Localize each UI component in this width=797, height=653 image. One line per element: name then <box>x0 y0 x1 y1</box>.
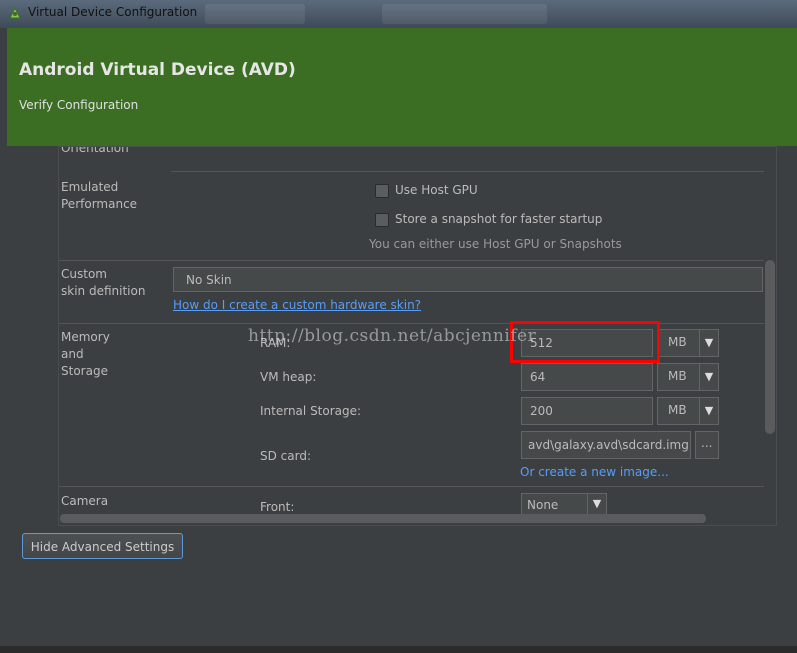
watermark: http://blog.csdn.net/abcjennifer <box>248 326 537 346</box>
use-host-gpu-label[interactable]: Use Host GPU <box>395 182 478 199</box>
window-titlebar: Virtual Device Configuration <box>0 0 797 28</box>
sd-card-browse-button[interactable]: ... <box>695 431 719 459</box>
skin-field[interactable]: No Skin <box>173 267 763 292</box>
ram-unit-select[interactable]: MB ▼ <box>657 329 719 357</box>
wizard-header: Android Virtual Device (AVD) Verify Conf… <box>7 28 797 146</box>
internal-storage-input[interactable]: 200 <box>521 397 653 425</box>
ram-unit-value: MB <box>668 335 687 349</box>
internal-storage-unit-value: MB <box>668 403 687 417</box>
internal-storage-label: Internal Storage: <box>260 404 362 418</box>
performance-hint: You can either use Host GPU or Snapshots <box>369 237 622 251</box>
vm-heap-unit-select[interactable]: MB ▼ <box>657 363 719 391</box>
hide-advanced-settings-button[interactable]: Hide Advanced Settings <box>22 533 183 559</box>
horizontal-scrollbar[interactable] <box>60 514 706 523</box>
sd-card-label: SD card: <box>260 449 312 463</box>
memory-storage-label: Memory and Storage <box>61 330 110 378</box>
android-icon <box>9 6 21 19</box>
chevron-down-icon[interactable]: ▼ <box>587 494 606 516</box>
create-image-link[interactable]: Or create a new image... <box>520 465 669 479</box>
background-window-tab <box>205 4 305 24</box>
divider <box>171 171 764 172</box>
vm-heap-input[interactable]: 64 <box>521 363 653 391</box>
camera-label: Camera <box>61 494 109 508</box>
internal-storage-unit-select[interactable]: MB ▼ <box>657 397 719 425</box>
vm-heap-label: VM heap: <box>260 370 317 384</box>
chevron-down-icon[interactable]: ▼ <box>699 398 718 424</box>
sd-card-input[interactable]: avd\galaxy.avd\sdcard.img <box>521 431 691 459</box>
front-camera-value: None <box>527 498 559 512</box>
emulated-performance-label: Emulated Performance <box>61 180 138 211</box>
chevron-down-icon[interactable]: ▼ <box>699 364 718 390</box>
vm-heap-unit-value: MB <box>668 369 687 383</box>
custom-skin-label: Custom skin definition <box>61 267 146 298</box>
custom-skin-help-link[interactable]: How do I create a custom hardware skin? <box>173 298 421 312</box>
page-subtitle: Verify Configuration <box>19 98 139 112</box>
window-title: Virtual Device Configuration <box>28 5 198 19</box>
divider <box>59 260 764 261</box>
store-snapshot-label[interactable]: Store a snapshot for faster startup <box>395 211 602 228</box>
window-bottom-edge <box>0 646 797 653</box>
store-snapshot-checkbox[interactable] <box>375 213 389 227</box>
orientation-label: Orientation <box>61 146 129 155</box>
use-host-gpu-checkbox[interactable] <box>375 184 389 198</box>
background-window-tab <box>382 4 547 24</box>
divider <box>59 486 764 487</box>
vertical-scrollbar[interactable] <box>765 260 775 434</box>
chevron-down-icon[interactable]: ▼ <box>699 330 718 356</box>
page-title: Android Virtual Device (AVD) <box>19 60 296 80</box>
